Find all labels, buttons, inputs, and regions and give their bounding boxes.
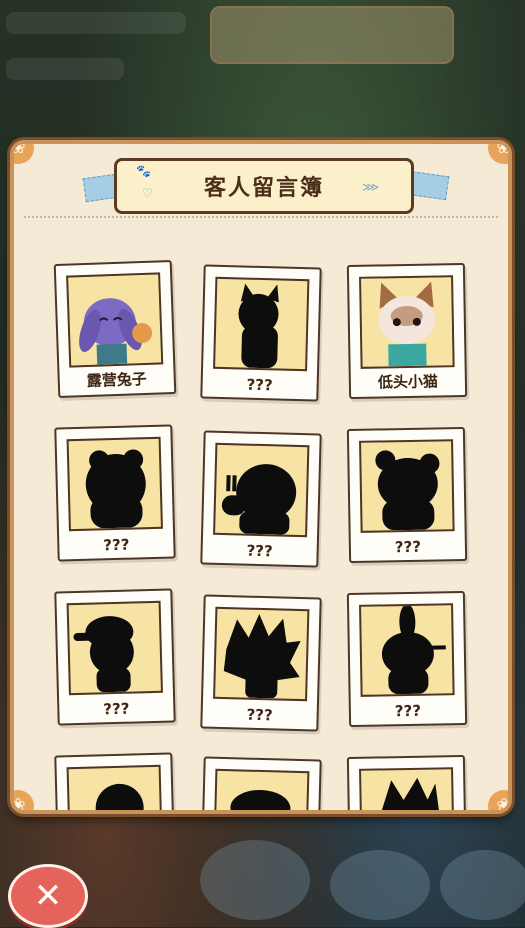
bg-dish bbox=[330, 850, 430, 920]
bg-resource-bar bbox=[6, 12, 186, 34]
guest-card-locked[interactable] bbox=[54, 752, 176, 810]
cat-silhouette-icon bbox=[238, 283, 279, 369]
fishbone-icon: ⋙ bbox=[362, 180, 380, 194]
guest-name: 露营兔子 bbox=[86, 369, 148, 391]
guest-portrait bbox=[359, 275, 455, 369]
bunny-portrait-icon bbox=[68, 274, 162, 366]
guest-portrait bbox=[213, 768, 310, 810]
guest-portrait bbox=[66, 764, 163, 810]
guest-name: ??? bbox=[246, 541, 273, 561]
partial-silhouette-icon bbox=[230, 789, 291, 810]
close-button[interactable]: ✕ bbox=[8, 864, 88, 928]
guest-portrait bbox=[213, 606, 310, 702]
divider bbox=[24, 216, 498, 218]
guest-name: ??? bbox=[103, 535, 130, 555]
bg-order-card bbox=[210, 6, 454, 64]
paw-print-icon: 🐾 bbox=[136, 164, 151, 178]
guest-name: ??? bbox=[394, 537, 422, 557]
capped-silhouette-icon bbox=[73, 616, 134, 693]
bg-dish bbox=[440, 850, 525, 920]
kitten-portrait-icon bbox=[361, 277, 453, 367]
bg-resource-bar bbox=[6, 58, 124, 80]
partial-silhouette-icon bbox=[381, 777, 440, 810]
guest-portrait bbox=[213, 276, 310, 372]
close-icon: ✕ bbox=[33, 876, 63, 916]
fluffy-silhouette-icon bbox=[85, 449, 146, 529]
partial-silhouette-icon bbox=[95, 783, 144, 810]
guest-portrait bbox=[359, 767, 455, 810]
guest-portrait bbox=[359, 439, 455, 533]
guest-card-locked[interactable] bbox=[200, 756, 322, 810]
guest-portrait bbox=[359, 603, 455, 697]
guest-portrait bbox=[66, 436, 163, 532]
bg-dish bbox=[200, 840, 310, 920]
guest-portrait bbox=[66, 600, 163, 696]
guest-card-locked[interactable]: ??? bbox=[200, 594, 322, 732]
guest-portrait bbox=[66, 272, 164, 368]
spiky-silhouette-icon bbox=[223, 613, 301, 699]
guest-card-locked[interactable]: ??? bbox=[200, 264, 322, 402]
paw-corner-icon: ❀ bbox=[14, 144, 34, 164]
guest-portrait bbox=[213, 442, 310, 538]
guestbook-panel: ❀ ❀ ❀ ❀ 客人留言簿 🐾 ♡ ⋙ 露营兔子 ??? 低头小猫 ??? ??… bbox=[10, 140, 512, 814]
guest-card-locked[interactable] bbox=[346, 754, 468, 810]
bear-silhouette-icon bbox=[375, 450, 440, 531]
guest-card-locked[interactable]: ??? bbox=[54, 588, 176, 726]
guest-card-locked[interactable]: ??? bbox=[346, 590, 468, 728]
guest-name: ??? bbox=[394, 701, 422, 721]
guest-card-locked[interactable]: ??? bbox=[346, 426, 468, 564]
pig-silhouette-icon bbox=[221, 464, 297, 535]
guest-card-locked[interactable]: ??? bbox=[200, 430, 322, 568]
guest-card-bunny[interactable]: 露营兔子 bbox=[53, 259, 177, 399]
guest-card-kitten[interactable]: 低头小猫 bbox=[346, 262, 468, 400]
guest-name: ??? bbox=[246, 705, 273, 725]
heart-icon: ♡ bbox=[142, 186, 153, 200]
guest-name: 低头小猫 bbox=[377, 372, 439, 392]
guest-name: ??? bbox=[103, 699, 130, 719]
rabbit-silhouette-icon bbox=[381, 603, 446, 695]
guest-card-locked[interactable]: ??? bbox=[54, 424, 176, 562]
guest-name: ??? bbox=[246, 375, 273, 395]
page-title: 客人留言簿 bbox=[203, 176, 324, 201]
